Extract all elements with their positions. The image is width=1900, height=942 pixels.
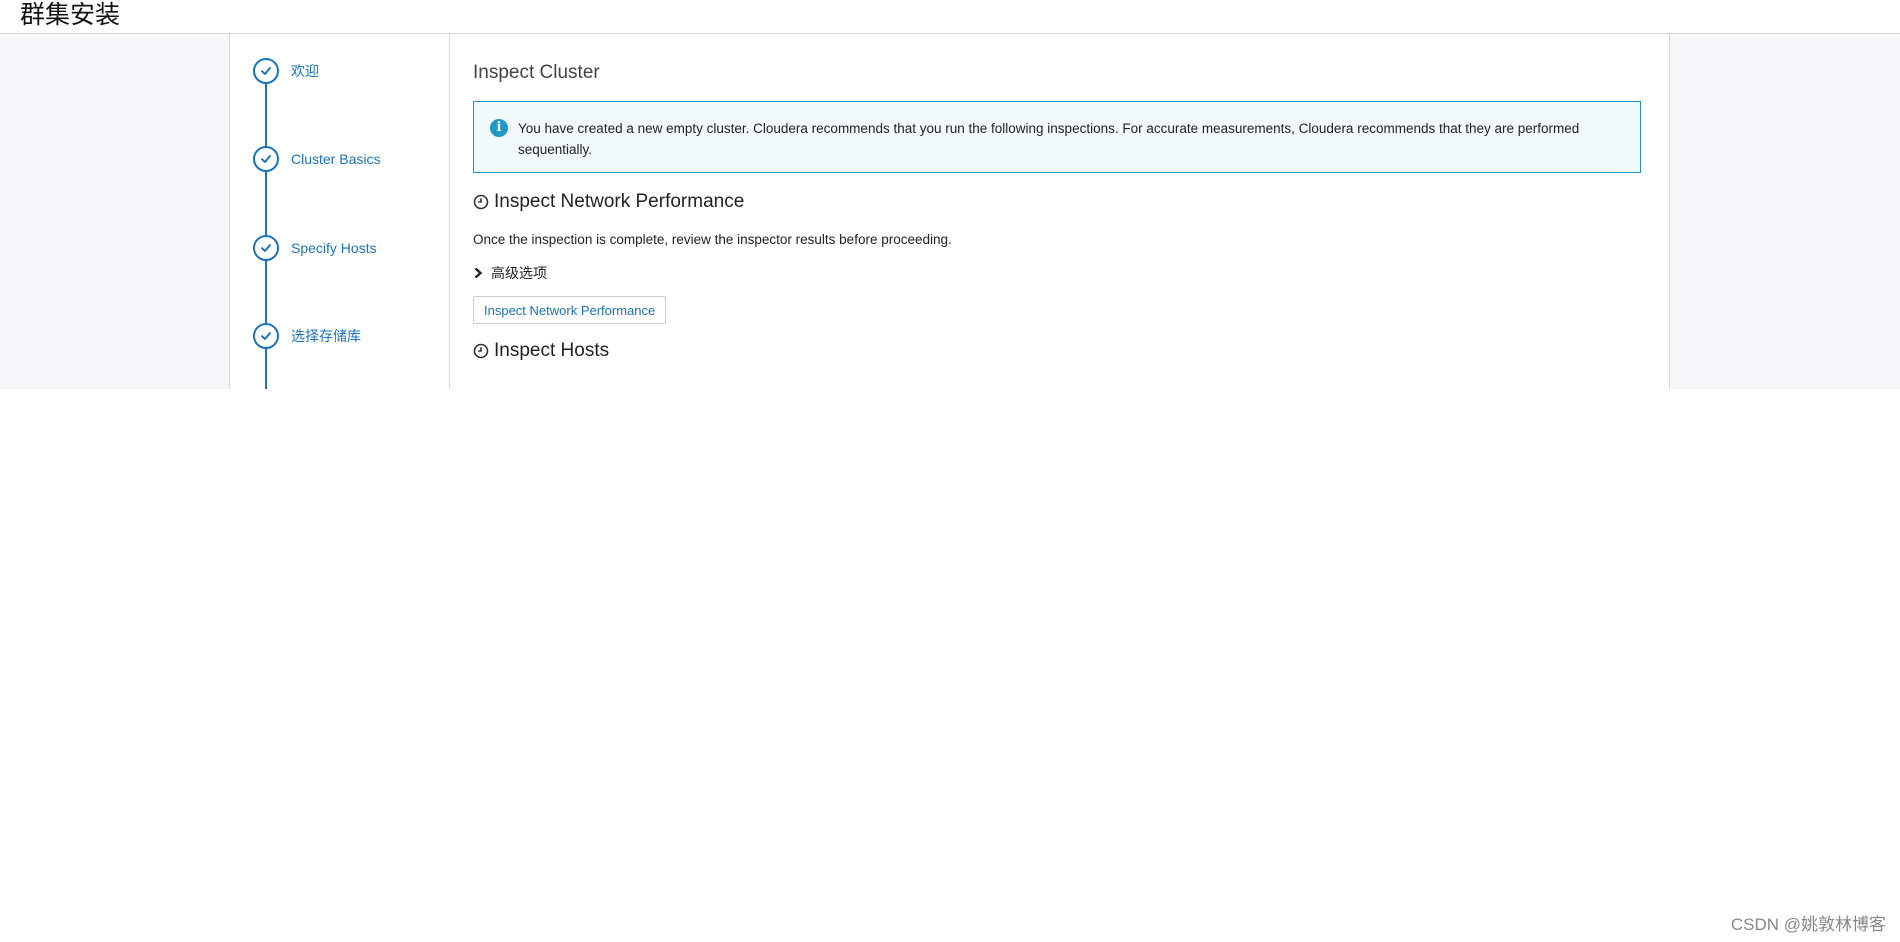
step-specify-hosts[interactable]: Specify Hosts [253,235,377,261]
page-title: Inspect Cluster [473,62,600,83]
network-heading-text: Inspect Network Performance [494,191,745,212]
chevron-right-icon [474,267,483,279]
step-select-repository[interactable]: 选择存储库 [253,323,361,349]
top-bar: 群集安装 [0,0,1900,34]
step-cluster-basics[interactable]: Cluster Basics [253,146,380,172]
wizard-panel: 欢迎 Cluster Basics Specify Hosts 选择存储库 In… [229,34,1670,389]
hosts-section-heading: Inspect Hosts [473,340,609,362]
check-icon [253,58,279,84]
app-title: 群集安装 [20,1,121,29]
check-icon [253,146,279,172]
info-alert: i You have created a new empty cluster. … [473,101,1641,173]
check-icon [253,235,279,261]
hosts-heading-text: Inspect Hosts [494,340,610,361]
step-label: 欢迎 [291,63,319,79]
inspect-network-performance-button[interactable]: Inspect Network Performance [473,296,667,324]
network-section-heading: Inspect Network Performance [473,191,744,213]
info-icon: i [490,119,508,137]
wizard-steps: 欢迎 Cluster Basics Specify Hosts 选择存储库 [230,34,450,389]
step-label: Cluster Basics [291,151,381,167]
content-viewport: 欢迎 Cluster Basics Specify Hosts 选择存储库 In… [0,34,1900,389]
network-description: Once the inspection is complete, review … [473,232,952,247]
alert-text: You have created a new empty cluster. Cl… [518,121,1580,157]
step-label: Specify Hosts [291,240,377,256]
advanced-options-toggle[interactable]: 高级选项 [473,263,547,283]
main-content: Inspect Cluster i You have created a new… [473,34,1643,389]
check-icon [253,323,279,349]
clock-icon [473,343,489,359]
clock-icon [473,194,489,210]
watermark-text: CSDN @姚敦林博客 [1730,915,1886,934]
step-label: 选择存储库 [291,328,361,344]
advanced-options-label: 高级选项 [491,265,547,281]
step-welcome[interactable]: 欢迎 [253,58,319,84]
